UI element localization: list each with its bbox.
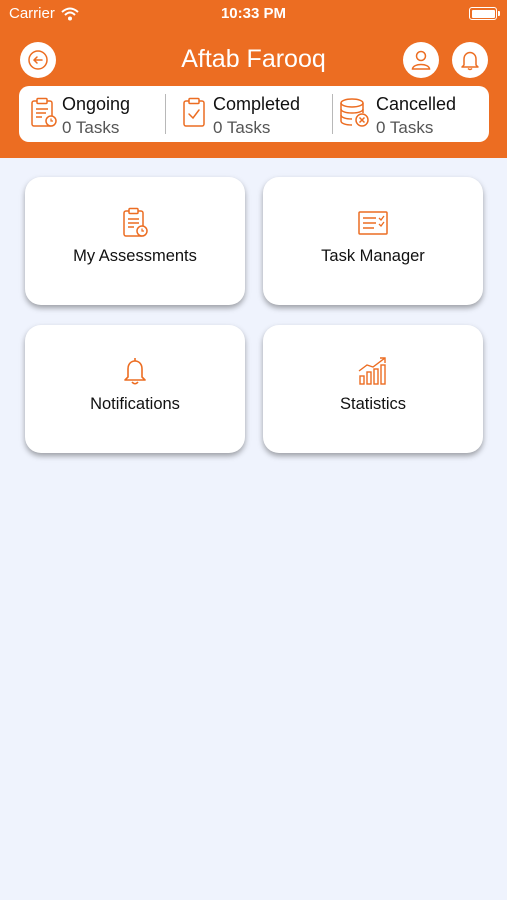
summary-completed[interactable]: Completed 0 Tasks [166,86,332,142]
clipboard-clock-icon [31,97,57,127]
card-label: My Assessments [73,247,197,265]
status-time: 10:33 PM [220,5,287,22]
summary-ongoing[interactable]: Ongoing 0 Tasks [19,86,165,142]
user-icon [411,50,431,70]
clipboard-check-icon [183,97,205,127]
summary-count: 0 Tasks [213,118,271,137]
summary-label: Completed [213,94,301,114]
notifications-card[interactable]: Notifications [25,325,245,453]
notifications-button[interactable] [452,42,488,78]
database-cancel-icon [340,98,369,127]
task-summary: Ongoing 0 Tasks Completed 0 Tasks Cancel… [19,86,489,142]
card-label: Notifications [90,395,180,413]
chart-icon [358,357,386,385]
status-bar: Carrier 10:33 PM [0,0,507,28]
card-label: Statistics [339,395,407,413]
profile-button[interactable] [403,42,439,78]
bell-icon [461,51,479,71]
summary-cancelled[interactable]: Cancelled 0 Tasks [333,86,489,142]
summary-count: 0 Tasks [376,118,434,137]
my-assessments-card[interactable]: My Assessments [25,177,245,305]
assessment-icon [123,207,148,237]
statistics-card[interactable]: Statistics [263,325,483,453]
bell-icon [124,358,146,385]
summary-label: Cancelled [376,94,457,114]
app-header: Carrier 10:33 PM Aftab Farooq Ongoing 0 … [0,0,507,158]
task-list-icon [358,211,388,235]
summary-count: 0 Tasks [62,118,120,137]
task-manager-card[interactable]: Task Manager [263,177,483,305]
card-label: Task Manager [321,247,425,265]
battery-icon [469,7,500,20]
summary-label: Ongoing [62,94,131,114]
